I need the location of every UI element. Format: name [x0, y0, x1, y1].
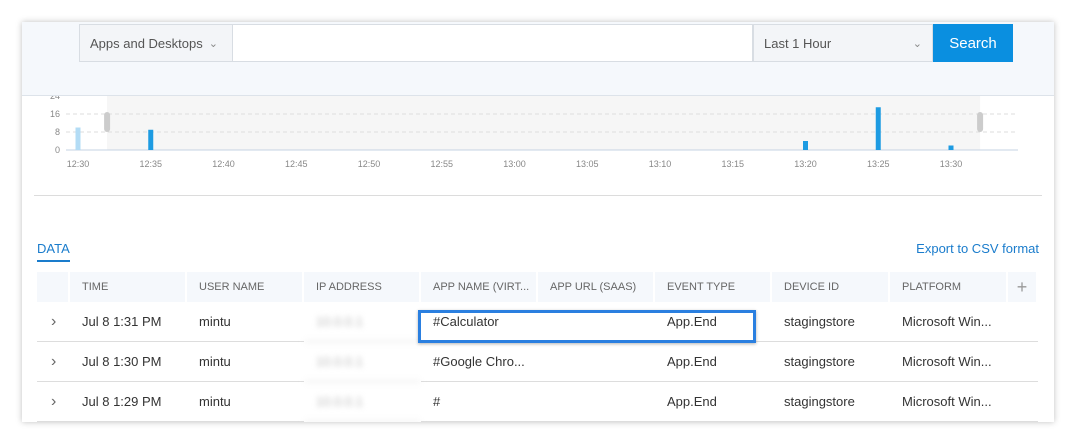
table-cell: App.End: [655, 382, 772, 422]
table-cell: Jul 8 1:31 PM: [70, 302, 187, 342]
data-table: TIME USER NAME IP ADDRESS APP NAME (VIRT...…: [37, 272, 1038, 422]
x-tick-label: 12:50: [358, 159, 381, 169]
x-tick-label: 13:10: [649, 159, 672, 169]
y-tick-label: 0: [55, 145, 60, 155]
x-tick-label: 12:40: [212, 159, 235, 169]
selection-handle: [104, 112, 111, 132]
table-cell: [1008, 302, 1038, 342]
x-tick-label: 13:15: [721, 159, 744, 169]
bar: [75, 127, 81, 150]
time-range-label: Last 1 Hour: [764, 35, 832, 51]
divider: [34, 195, 1042, 196]
scope-dropdown[interactable]: Apps and Desktops ⌄: [79, 24, 233, 62]
x-tick-label: 12:55: [430, 159, 453, 169]
table-cell: Microsoft Win...: [890, 342, 1008, 382]
selection-handle: [977, 112, 984, 132]
y-tick-label: 8: [55, 127, 60, 137]
x-tick-label: 12:35: [139, 159, 162, 169]
column-header[interactable]: IP ADDRESS: [304, 272, 421, 302]
column-header[interactable]: EVENT TYPE: [655, 272, 772, 302]
x-tick-label: 12:45: [285, 159, 308, 169]
table-cell: mintu: [187, 382, 304, 422]
table-cell: mintu: [187, 342, 304, 382]
table-cell: Microsoft Win...: [890, 382, 1008, 422]
table-cell: Jul 8 1:30 PM: [70, 342, 187, 382]
search-button[interactable]: Search: [933, 24, 1013, 62]
time-range-dropdown[interactable]: Last 1 Hour ⌄: [753, 24, 933, 62]
bar: [803, 141, 808, 150]
table-cell: 10.0.0.1: [304, 302, 421, 342]
table-cell: [1008, 342, 1038, 382]
x-tick-label: 13:05: [576, 159, 599, 169]
table-cell: 10.0.0.1: [304, 342, 421, 382]
highlight-box: [418, 310, 756, 343]
table-cell: Jul 8 1:29 PM: [70, 382, 187, 422]
table-cell: App.End: [655, 342, 772, 382]
x-tick-label: 13:30: [940, 159, 963, 169]
table-cell: stagingstore: [772, 302, 890, 342]
table-cell: [1008, 382, 1038, 422]
table-row[interactable]: › Jul 8 1:29 PM mintu 10.0.0.1 # App.End stagi…: [37, 382, 1038, 422]
column-header[interactable]: DEVICE ID: [772, 272, 890, 302]
table-cell: Microsoft Win...: [890, 302, 1008, 342]
expand-col-header: [37, 272, 70, 302]
bar: [948, 145, 954, 150]
x-tick-label: 13:00: [503, 159, 526, 169]
column-header[interactable]: TIME: [70, 272, 187, 302]
table-cell: stagingstore: [772, 342, 890, 382]
card: Apps and Desktops ⌄ Last 1 Hour ⌄ Search 0…: [22, 22, 1054, 422]
column-header[interactable]: APP URL (SAAS): [538, 272, 655, 302]
column-header[interactable]: PLATFORM: [890, 272, 1008, 302]
chevron-down-icon: ⌄: [912, 37, 922, 50]
scope-label: Apps and Desktops: [90, 35, 203, 51]
export-csv-link[interactable]: Export to CSV format: [916, 241, 1039, 256]
x-tick-label: 13:25: [867, 159, 890, 169]
table-cell: [538, 382, 655, 422]
table-cell: stagingstore: [772, 382, 890, 422]
table-cell: mintu: [187, 302, 304, 342]
table-cell: [538, 342, 655, 382]
x-tick-label: 12:30: [67, 159, 90, 169]
table-row[interactable]: › Jul 8 1:30 PM mintu 10.0.0.1 #Google Chro.…: [37, 342, 1038, 382]
expand-row-icon[interactable]: ›: [37, 342, 70, 382]
table-cell: #: [421, 382, 538, 422]
column-header[interactable]: APP NAME (VIRT...: [421, 272, 538, 302]
y-tick-label: 24: [50, 96, 60, 101]
search-bar: Apps and Desktops ⌄ Last 1 Hour ⌄ Search: [22, 22, 1054, 96]
bar: [875, 107, 881, 150]
add-column-button[interactable]: +: [1008, 272, 1038, 302]
table-cell: 10.0.0.1: [304, 382, 421, 422]
expand-row-icon[interactable]: ›: [37, 382, 70, 422]
search-input[interactable]: [233, 24, 753, 62]
y-tick-label: 16: [50, 109, 60, 119]
tab-data[interactable]: DATA: [37, 241, 70, 262]
column-header[interactable]: USER NAME: [187, 272, 304, 302]
expand-row-icon[interactable]: ›: [37, 302, 70, 342]
bar: [148, 129, 154, 150]
table-cell: #Google Chro...: [421, 342, 538, 382]
x-tick-label: 13:20: [794, 159, 817, 169]
selection-region: [107, 96, 981, 150]
timeline-chart[interactable]: 0 8 16 24 12:30 12:35 12:40 12:45 12:50 12:55 13:0…: [22, 96, 1054, 192]
chevron-down-icon: ⌄: [208, 37, 218, 50]
